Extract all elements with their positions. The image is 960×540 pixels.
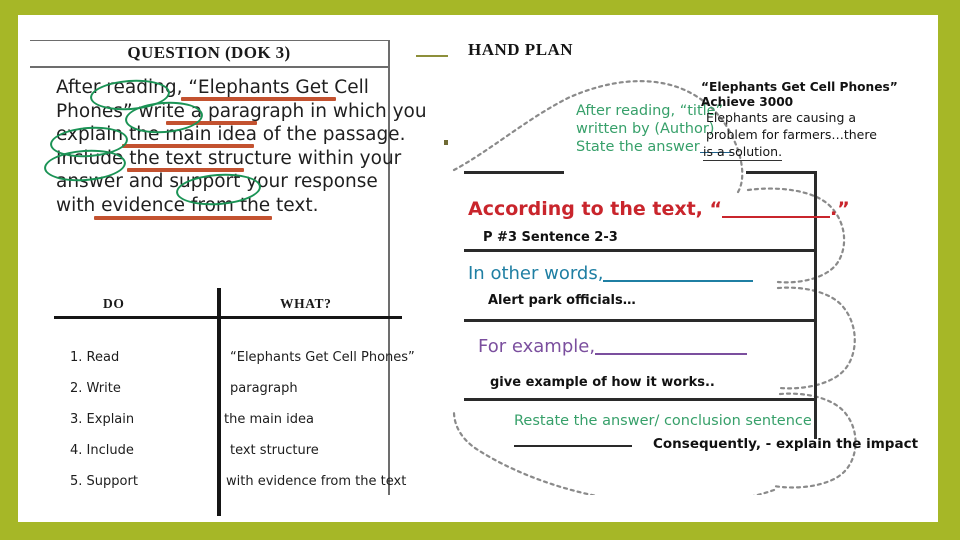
underline-evidence-from-text [94, 216, 272, 220]
question-panel: QUESTION (DOK 3) After reading, “Elephan… [30, 40, 427, 516]
thumb-answer-line-1: “Elephants Get Cell Phones” [701, 80, 898, 94]
table-row: 1. Read [70, 350, 120, 365]
table-header-what: WHAT? [280, 296, 332, 311]
table-row: 3. Explain [70, 412, 135, 427]
conclusion-blank-rule [514, 445, 632, 447]
question-under-title-rule [30, 66, 388, 68]
conclusion-green-line: Restate the answer/ conclusion sentence [514, 413, 812, 429]
thumb-answer-line-2: Achieve 3000 [701, 95, 794, 109]
table-horizontal-divider [54, 316, 402, 319]
thumb-answer-line-3: Elephants are causing a [706, 110, 857, 125]
question-title: QUESTION (DOK 3) [127, 43, 291, 62]
finger3-divider [464, 398, 814, 401]
thumb-prompt-line-2: written by (Author) [576, 121, 715, 137]
finger3-label: For example, [478, 336, 596, 357]
slide-white-card: QUESTION (DOK 3) After reading, “Elephan… [18, 15, 938, 522]
table-row: text structure [230, 443, 319, 458]
table-row: 5. Support [70, 474, 138, 489]
finger1-blank [722, 216, 830, 218]
finger2-note: Alert park officials… [488, 293, 636, 308]
palm-rule-right-top [746, 171, 816, 174]
table-row: the main idea [224, 412, 314, 427]
table-row: with evidence from the text [226, 474, 407, 489]
slide-canvas: QUESTION (DOK 3) After reading, “Elephan… [0, 0, 960, 540]
underline-elephants-get-cell [181, 97, 336, 101]
finger1-note: P #3 Sentence 2-3 [483, 230, 618, 245]
finger1-sentence-starter: According to the text, “ .” [468, 198, 850, 220]
hand-plan-title: HAND PLAN [468, 40, 574, 59]
finger2-divider [464, 319, 814, 322]
table-row: “Elephants Get Cell Phones” [230, 350, 415, 365]
do-what-table: DO WHAT? 1. Read “Elephants Get Cell Pho… [48, 288, 415, 520]
thumb-answer-line-5: is a solution. [703, 144, 783, 161]
underline-text-structure [127, 168, 244, 172]
table-header-do: DO [103, 296, 125, 311]
finger3-sentence-starter: For example, [478, 336, 748, 357]
table-row: 2. Write [70, 381, 121, 396]
underline-main-idea [122, 144, 254, 148]
thumb-answer-line-4: problem for farmers…there [706, 127, 877, 142]
finger3-blank [595, 353, 748, 355]
finger2-sentence-starter: In other words, [468, 263, 754, 284]
table-vertical-divider [217, 288, 221, 516]
finger1-prefix: According to the text, “ [468, 198, 722, 220]
olive-corner-tick [416, 55, 448, 57]
table-row: paragraph [230, 381, 298, 396]
finger1-suffix: .” [830, 198, 850, 220]
finger2-blank [603, 280, 754, 282]
thumb-prompt-label: State the answer [576, 139, 700, 155]
finger1-divider [464, 249, 814, 252]
finger2-label: In other words, [468, 263, 604, 284]
finger3-note: give example of how it works.. [490, 375, 715, 390]
hand-plan-panel: HAND PLAN After reading, “title” written… [448, 40, 928, 495]
table-row: 4. Include [70, 443, 134, 458]
palm-rule-left-top [464, 171, 564, 174]
question-top-rule [30, 40, 388, 41]
conclusion-black-line: Consequently, - explain the impact [653, 436, 919, 452]
